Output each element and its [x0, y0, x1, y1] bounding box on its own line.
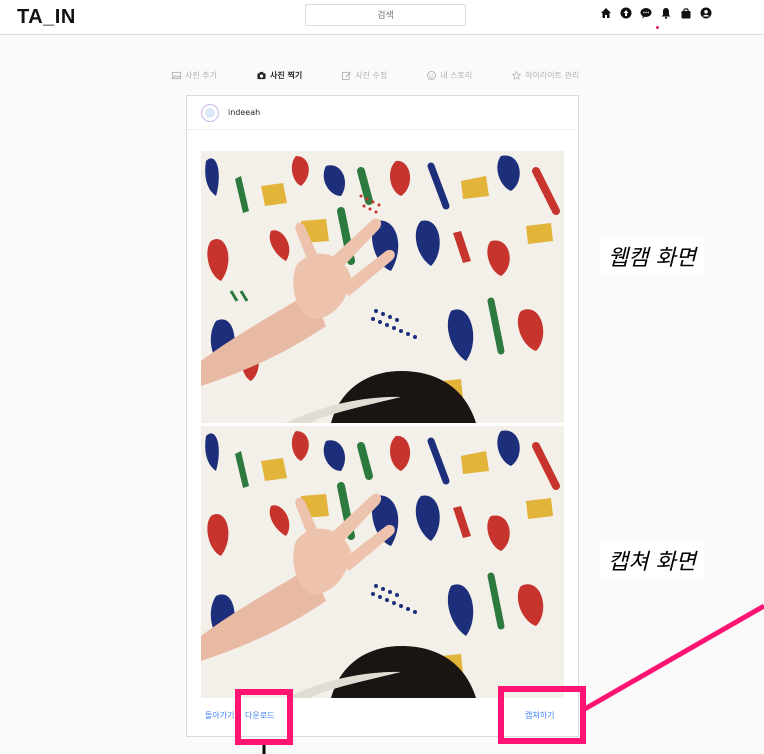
tab-take-photo[interactable]: 사진 찍기 — [257, 70, 302, 81]
avatar[interactable] — [201, 103, 219, 122]
smile-icon — [427, 71, 437, 80]
card-header: indeeah — [187, 96, 578, 130]
capture-highlight-box — [498, 686, 586, 744]
message-indicator-dot — [656, 26, 659, 29]
tab-edit-photo[interactable]: 사진 수정 — [342, 70, 387, 81]
username[interactable]: indeeah — [228, 108, 260, 117]
webcam-image — [201, 151, 564, 423]
back-link[interactable]: 돌아가기 — [205, 710, 234, 721]
upload-icon[interactable] — [620, 7, 632, 19]
webcam-view — [201, 151, 564, 423]
search-input[interactable] — [305, 4, 466, 26]
tab-take-photo-label: 사진 찍기 — [269, 71, 303, 80]
star-icon — [512, 71, 522, 80]
captured-image — [201, 426, 564, 698]
photo-tabs: 사진 추가 사진 찍기 사진 수정 내 스토리 하이라이트 관리 — [172, 70, 619, 81]
tab-my-story-label: 내 스토리 — [440, 71, 473, 80]
message-icon[interactable] — [640, 7, 652, 19]
tab-highlight-manage[interactable]: 하이라이트 관리 — [512, 70, 579, 81]
tab-add-photo-label: 사진 추가 — [185, 71, 217, 80]
tab-my-story[interactable]: 내 스토리 — [427, 70, 472, 81]
top-navigation-bar: TA_IN — [0, 0, 764, 35]
tab-edit-photo-label: 사진 수정 — [355, 71, 388, 80]
tab-add-photo[interactable]: 사진 추가 — [172, 70, 217, 81]
capture-pointer-line — [581, 603, 764, 713]
app-logo[interactable]: TA_IN — [17, 6, 76, 29]
notification-icon[interactable] — [660, 7, 672, 19]
edit-icon — [342, 71, 352, 80]
download-highlight-box — [235, 689, 293, 745]
camera-icon — [257, 71, 266, 80]
profile-icon[interactable] — [700, 7, 712, 19]
home-icon[interactable] — [600, 7, 612, 19]
bag-icon[interactable] — [680, 7, 692, 19]
annotation-capture: 캡쳐 화면 — [600, 540, 704, 580]
tab-highlight-manage-label: 하이라이트 관리 — [525, 71, 580, 80]
capture-view — [201, 426, 564, 698]
annotation-webcam: 웹캠 화면 — [600, 236, 704, 276]
nav-icons — [600, 7, 712, 19]
photo-card: indeeah 돌아가기 다운로드 캡쳐하기 — [186, 95, 579, 737]
image-icon — [172, 71, 181, 80]
